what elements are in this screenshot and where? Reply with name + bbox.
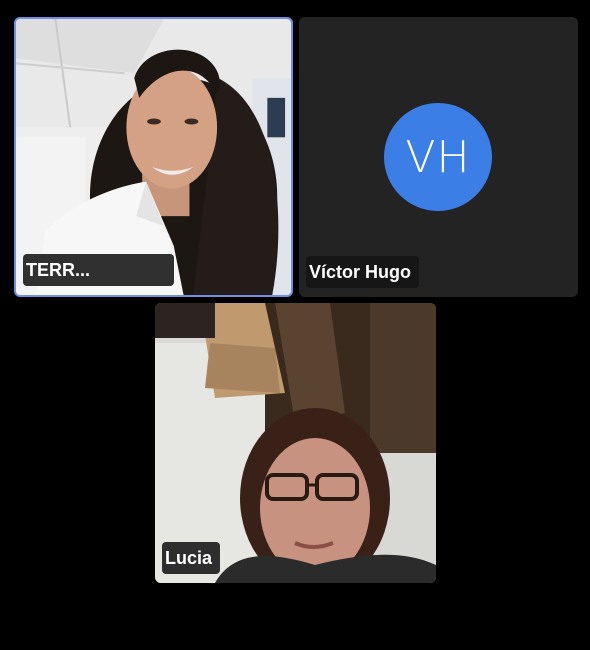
participant-tile-lucia[interactable]: Lucia — [155, 303, 436, 583]
participant-avatar: VH — [384, 103, 492, 211]
participant-name-label: TERR... — [23, 254, 174, 286]
participant-name-label: Lucia — [162, 542, 221, 574]
participant-video — [155, 303, 436, 583]
participant-name-label: Víctor Hugo — [306, 256, 419, 288]
video-call-grid: TERR... VH Víctor Hugo Lucia — [0, 0, 590, 650]
participant-tile-victor-hugo[interactable]: VH Víctor Hugo — [299, 17, 578, 297]
participant-tile-terr[interactable]: TERR... — [14, 17, 293, 297]
